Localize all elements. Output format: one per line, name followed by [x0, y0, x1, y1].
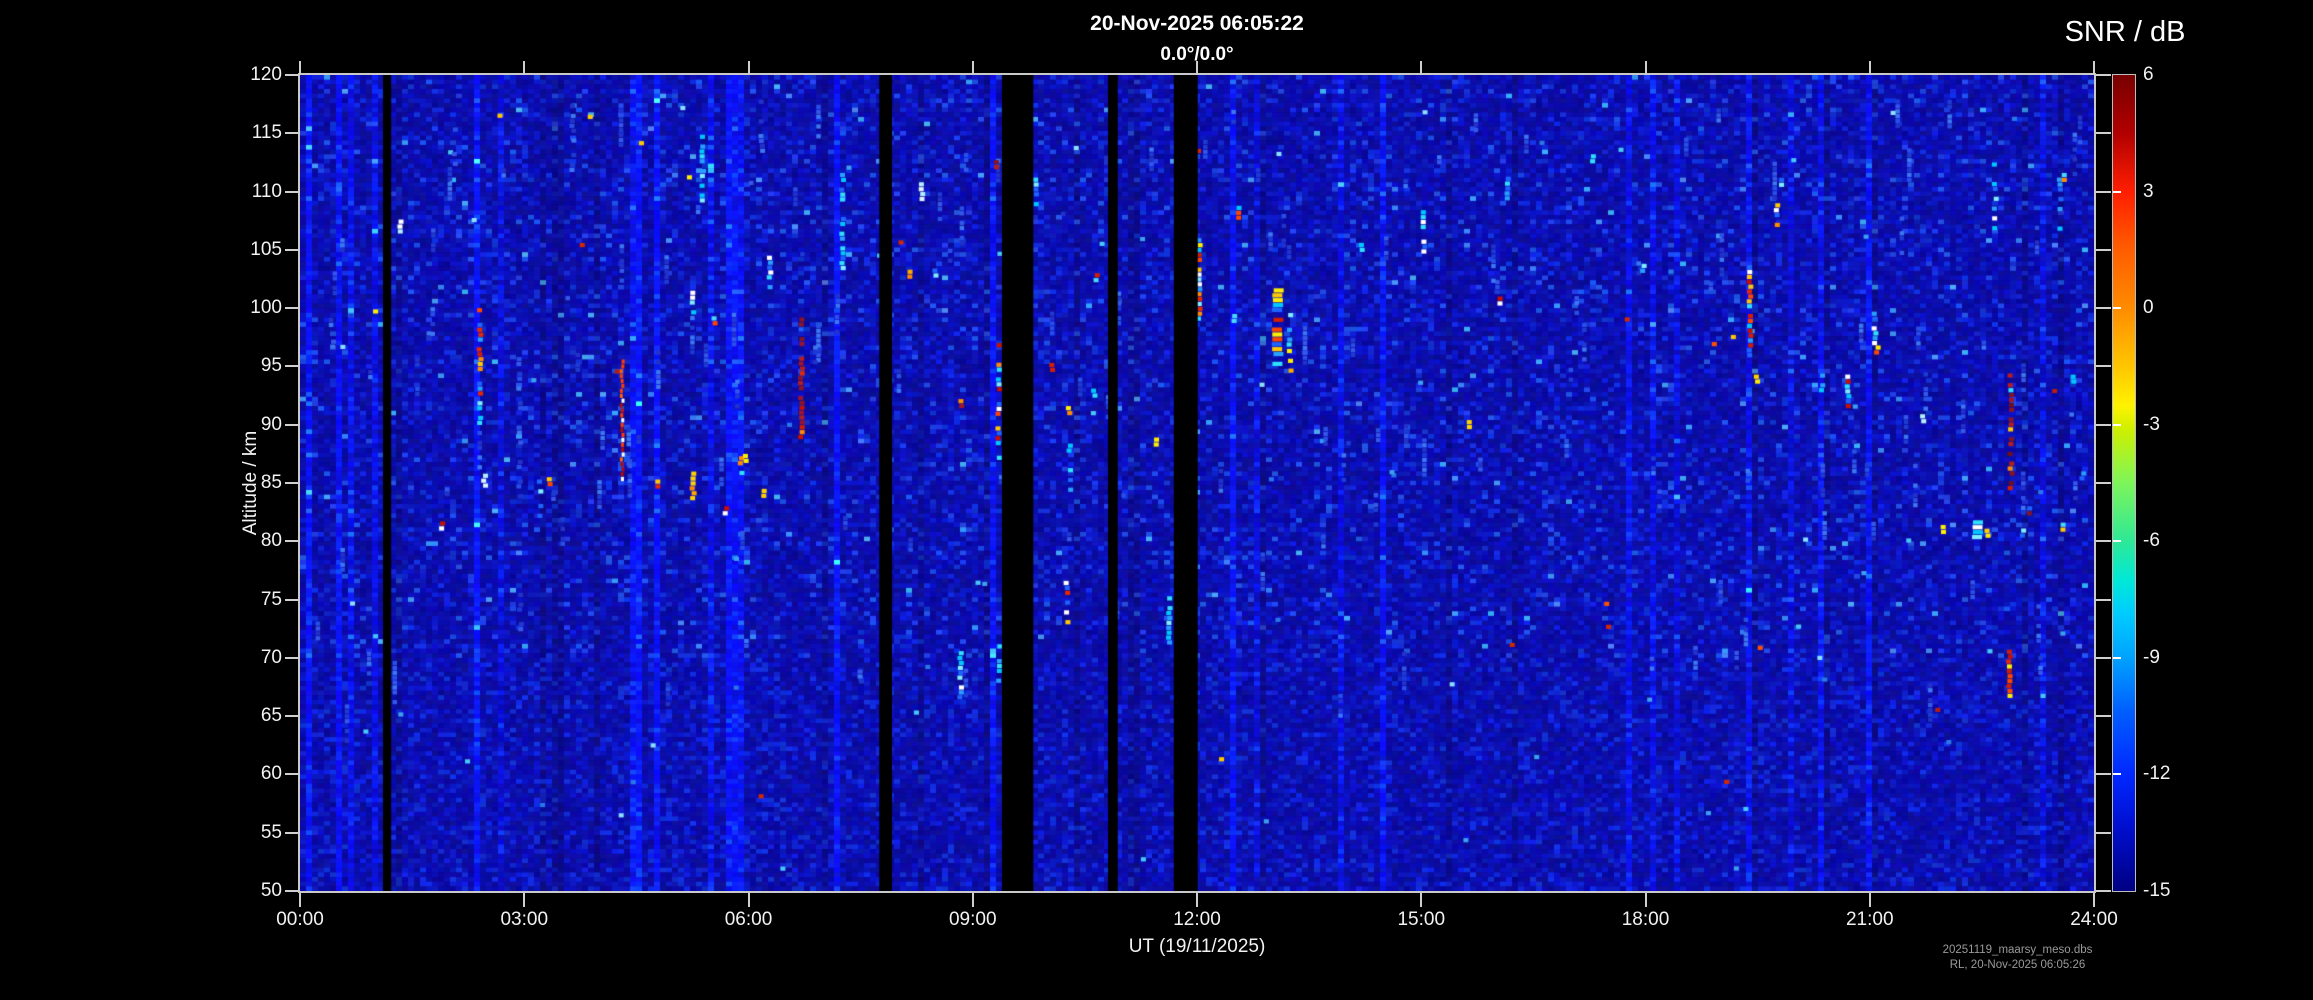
x-tick-top	[972, 61, 974, 75]
x-tick-label: 12:00	[1152, 909, 1242, 931]
colorbar-tick-label: -3	[2143, 414, 2203, 436]
y-tick-label: 75	[212, 589, 282, 611]
y-tick-left	[285, 482, 300, 484]
colorbar-tick	[2113, 307, 2121, 309]
y-tick-right	[2096, 365, 2111, 367]
footnote-timestamp: RL, 20-Nov-2025 06:05:26	[1900, 958, 2135, 973]
y-tick-right	[2096, 307, 2111, 309]
y-tick-label: 90	[212, 414, 282, 436]
colorbar	[2112, 74, 2136, 892]
x-tick-bottom	[299, 893, 301, 907]
y-tick-right	[2096, 249, 2111, 251]
y-tick-left	[285, 249, 300, 251]
y-tick-right	[2096, 540, 2111, 542]
colorbar-tick	[2113, 191, 2121, 193]
y-tick-left	[285, 132, 300, 134]
x-tick-bottom	[1645, 893, 1647, 907]
y-tick-right	[2096, 715, 2111, 717]
y-tick-label: 120	[212, 64, 282, 86]
colorbar-tick-label: -12	[2143, 763, 2203, 785]
y-tick-left	[285, 365, 300, 367]
x-tick-top	[1645, 61, 1647, 75]
x-tick-top	[1420, 61, 1422, 75]
y-tick-label: 80	[212, 530, 282, 552]
y-tick-left	[285, 599, 300, 601]
colorbar-tick-label: -9	[2143, 647, 2203, 669]
y-tick-left	[285, 773, 300, 775]
x-tick-bottom	[748, 893, 750, 907]
x-tick-top	[523, 61, 525, 75]
x-tick-bottom	[1869, 893, 1871, 907]
y-tick-right	[2096, 890, 2111, 892]
y-tick-left	[285, 540, 300, 542]
y-tick-right	[2096, 74, 2111, 76]
y-tick-label: 65	[212, 705, 282, 727]
snr-plot-page: 20-Nov-2025 06:05:22 0.0°/0.0° SNR / dB …	[0, 0, 2313, 1000]
y-tick-label: 115	[212, 122, 282, 144]
y-tick-left	[285, 74, 300, 76]
x-tick-top	[748, 61, 750, 75]
footnote-filename: 20251119_maarsy_meso.dbs	[1900, 943, 2135, 958]
plot-title: 20-Nov-2025 06:05:22	[300, 12, 2094, 36]
x-tick-top	[2093, 61, 2095, 75]
x-tick-bottom	[2093, 893, 2095, 907]
y-tick-right	[2096, 773, 2111, 775]
x-tick-top	[1869, 61, 1871, 75]
y-tick-left	[285, 832, 300, 834]
y-tick-left	[285, 715, 300, 717]
colorbar-tick-label: -6	[2143, 530, 2203, 552]
y-tick-left	[285, 657, 300, 659]
x-tick-bottom	[523, 893, 525, 907]
y-tick-right	[2096, 599, 2111, 601]
x-tick-bottom	[972, 893, 974, 907]
colorbar-tick	[2113, 424, 2121, 426]
y-tick-label: 50	[212, 880, 282, 902]
x-tick-label: 15:00	[1376, 909, 1466, 931]
colorbar-tick-label: 3	[2143, 181, 2203, 203]
colorbar-tick-label: 6	[2143, 64, 2203, 86]
colorbar-tick-label: -15	[2143, 880, 2203, 902]
y-tick-left	[285, 890, 300, 892]
x-tick-top	[1196, 61, 1198, 75]
y-tick-label: 95	[212, 355, 282, 377]
colorbar-tick	[2113, 540, 2121, 542]
plot-frame	[298, 73, 2096, 893]
y-tick-label: 70	[212, 647, 282, 669]
x-tick-bottom	[1196, 893, 1198, 907]
colorbar-title: SNR / dB	[2030, 16, 2220, 49]
colorbar-tick	[2113, 657, 2121, 659]
y-tick-left	[285, 191, 300, 193]
colorbar-tick	[2113, 773, 2121, 775]
x-tick-label: 00:00	[255, 909, 345, 931]
x-axis-label: UT (19/11/2025)	[300, 936, 2094, 958]
x-tick-bottom	[1420, 893, 1422, 907]
y-tick-right	[2096, 657, 2111, 659]
x-tick-label: 24:00	[2049, 909, 2139, 931]
y-tick-label: 85	[212, 472, 282, 494]
y-tick-right	[2096, 132, 2111, 134]
y-tick-label: 105	[212, 239, 282, 261]
y-tick-left	[285, 424, 300, 426]
y-tick-right	[2096, 482, 2111, 484]
x-tick-top	[299, 61, 301, 75]
x-tick-label: 06:00	[704, 909, 794, 931]
x-tick-label: 03:00	[479, 909, 569, 931]
y-tick-left	[285, 307, 300, 309]
y-tick-label: 100	[212, 297, 282, 319]
y-tick-right	[2096, 424, 2111, 426]
footnote: 20251119_maarsy_meso.dbs RL, 20-Nov-2025…	[1900, 943, 2135, 973]
colorbar-tick-label: 0	[2143, 297, 2203, 319]
y-tick-label: 110	[212, 181, 282, 203]
y-tick-right	[2096, 191, 2111, 193]
x-tick-label: 09:00	[928, 909, 1018, 931]
y-tick-label: 60	[212, 763, 282, 785]
y-tick-right	[2096, 832, 2111, 834]
x-tick-label: 18:00	[1601, 909, 1691, 931]
x-tick-label: 21:00	[1825, 909, 1915, 931]
y-tick-label: 55	[212, 822, 282, 844]
